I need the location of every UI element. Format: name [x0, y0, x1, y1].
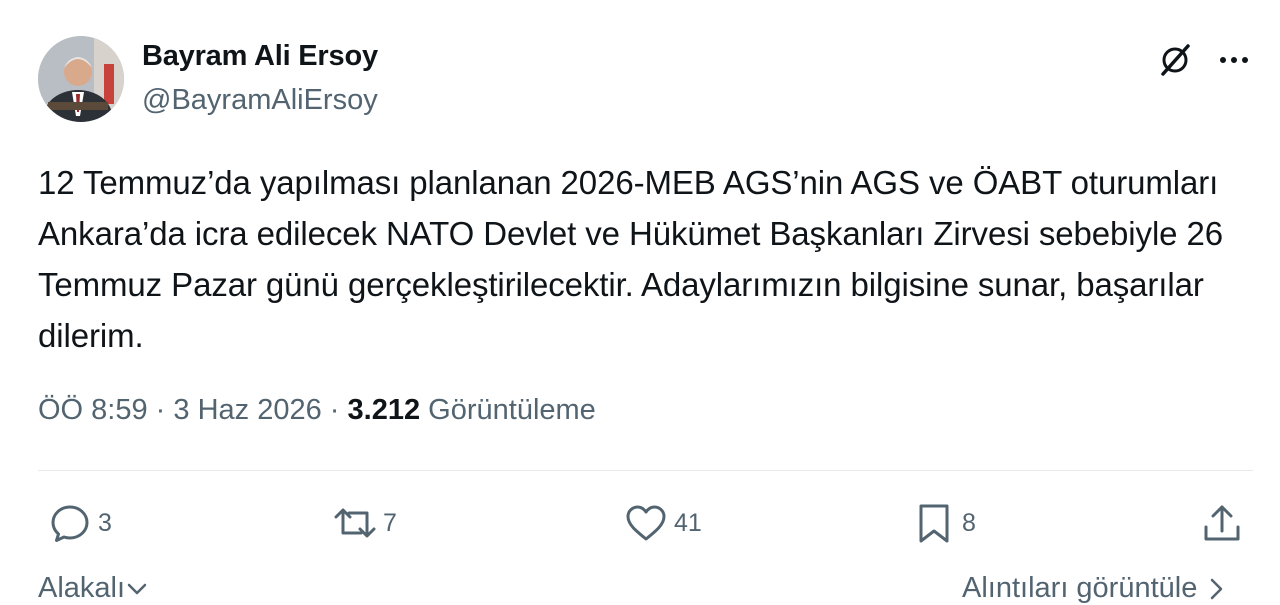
quotes-label: Alıntıları görüntüle	[962, 572, 1198, 604]
tweet-text: 12 Temmuz’da yapılması planlanan 2026-ME…	[38, 164, 1232, 354]
tweet-date[interactable]: 3 Haz 2026	[173, 394, 321, 426]
sort-replies-dropdown[interactable]: Alakalı	[38, 572, 149, 605]
like-icon	[626, 505, 666, 541]
more-icon[interactable]	[1214, 44, 1254, 76]
repost-button[interactable]: 7	[333, 500, 397, 546]
repost-count: 7	[383, 508, 397, 537]
tweet-meta: ÖÖ 8:59 · 3 Haz 2026 · 3.212 Görüntüleme	[38, 394, 596, 427]
avatar[interactable]	[38, 36, 124, 122]
chevron-right-icon	[1211, 579, 1223, 600]
view-quotes-link[interactable]: Alıntıları görüntüle	[962, 572, 1227, 605]
share-icon	[1204, 505, 1240, 541]
repost-icon	[334, 508, 376, 538]
share-button[interactable]	[1200, 500, 1244, 546]
grok-icon[interactable]	[1155, 40, 1195, 80]
tweet-time[interactable]: ÖÖ 8:59	[38, 394, 148, 426]
sort-label: Alakalı	[38, 572, 126, 604]
divider	[38, 470, 1253, 471]
bookmark-count: 8	[962, 508, 976, 537]
bookmark-button[interactable]: 8	[912, 500, 976, 546]
reply-icon	[51, 505, 89, 542]
chevron-down-icon	[127, 584, 147, 595]
author-handle[interactable]: @BayramAliErsoy	[142, 84, 378, 117]
author-name[interactable]: Bayram Ali Ersoy	[142, 40, 378, 73]
reply-count: 3	[98, 508, 112, 537]
like-button[interactable]: 41	[624, 500, 702, 546]
meta-separator: ·	[147, 394, 174, 426]
reply-button[interactable]: 3	[48, 500, 112, 546]
meta-separator: ·	[321, 394, 348, 426]
avatar-image	[38, 36, 124, 122]
views-label: Görüntüleme	[428, 394, 596, 426]
bookmark-icon	[919, 504, 949, 543]
views-count: 3.212	[347, 394, 421, 426]
like-count: 41	[674, 508, 702, 537]
